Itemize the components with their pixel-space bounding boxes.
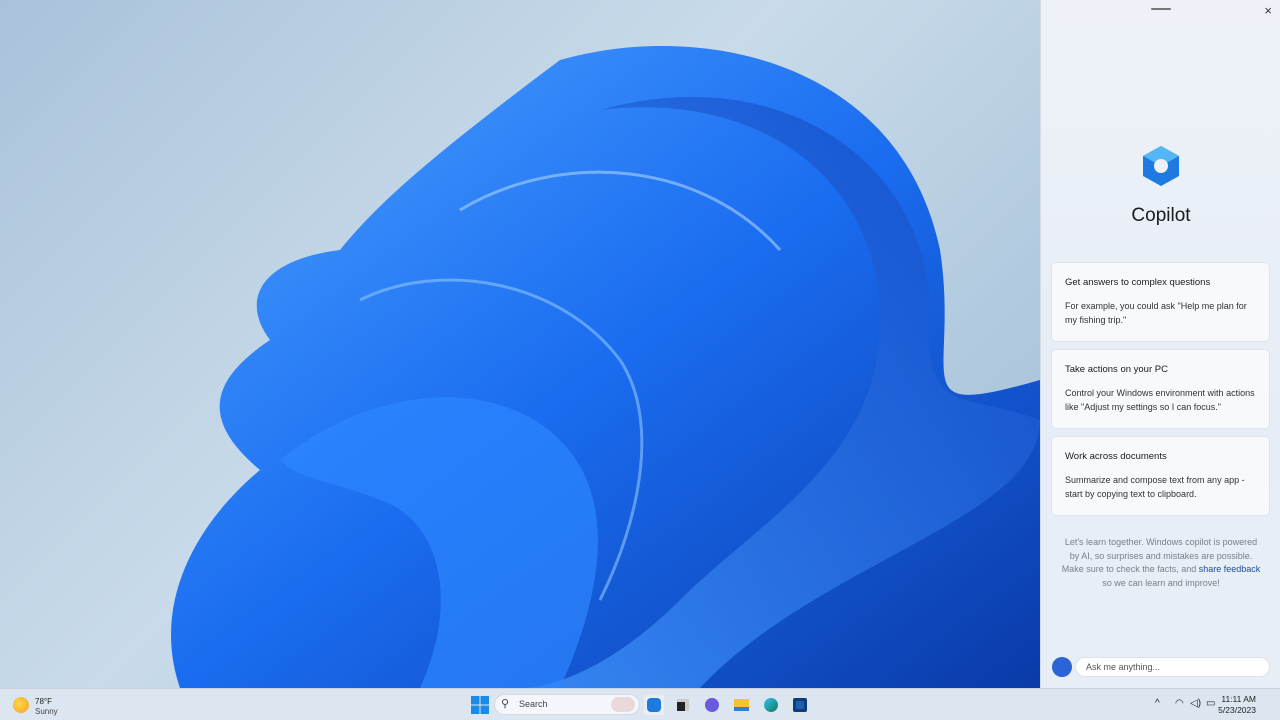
weather-condition: Sunny	[35, 707, 58, 716]
weather-temp: 78°F	[35, 697, 52, 706]
card-title: Work across documents	[1065, 451, 1167, 462]
disclaimer-text: so we can learn and improve!	[1102, 577, 1220, 588]
card-body: Summarize and compose text from any app …	[1065, 475, 1245, 499]
close-icon[interactable]: ×	[1264, 3, 1272, 18]
battery-icon[interactable]: ▭	[1206, 698, 1215, 709]
card-title: Take actions on your PC	[1065, 364, 1168, 375]
tray-chevron-icon[interactable]: ^	[1155, 698, 1160, 709]
suggestion-card[interactable]: Get answers to complex questions For exa…	[1051, 262, 1270, 342]
task-view-icon[interactable]	[673, 695, 693, 715]
teams-chat-icon[interactable]	[702, 695, 722, 715]
suggestion-card[interactable]: Work across documents Summarize and comp…	[1051, 436, 1270, 516]
search-label: Search	[519, 699, 548, 709]
weather-widget[interactable]: 78°F Sunny	[13, 697, 58, 717]
share-feedback-link[interactable]: share feedback	[1199, 564, 1261, 574]
copilot-title: Copilot	[1131, 205, 1191, 226]
drag-handle[interactable]	[1151, 8, 1171, 10]
card-body: For example, you could ask "Help me plan…	[1065, 301, 1247, 325]
file-explorer-icon[interactable]	[731, 695, 751, 715]
store-icon[interactable]	[790, 695, 810, 715]
clock[interactable]: 11:11 AM 5/23/2023	[1218, 694, 1256, 716]
suggestion-card[interactable]: Take actions on your PC Control your Win…	[1051, 349, 1270, 429]
search-highlight-icon	[611, 697, 635, 712]
wifi-icon[interactable]: ◠	[1175, 698, 1184, 709]
start-icon[interactable]	[470, 695, 490, 715]
chat-input[interactable]: Ask me anything...	[1075, 657, 1270, 677]
taskbar: 78°F Sunny ⚲ Search ^ ◠ ◁) ▭ 11:11 AM 5/23/…	[0, 688, 1280, 720]
desktop-wallpaper	[0, 0, 1040, 688]
time: 11:11 AM	[1221, 694, 1256, 704]
edge-icon[interactable]	[761, 695, 781, 715]
date: 5/23/2023	[1218, 705, 1256, 715]
copilot-logo-icon	[1143, 146, 1179, 186]
sun-icon	[13, 697, 29, 713]
copilot-taskbar-icon[interactable]	[644, 695, 664, 715]
card-title: Get answers to complex questions	[1065, 277, 1211, 288]
disclaimer: Let's learn together. Windows copilot is…	[1061, 536, 1261, 590]
card-body: Control your Windows environment with ac…	[1065, 388, 1255, 412]
search-box[interactable]: ⚲ Search	[494, 694, 640, 715]
search-icon: ⚲	[501, 698, 510, 710]
copilot-panel: × Copilot Get answers to complex questio…	[1040, 0, 1280, 688]
volume-icon[interactable]: ◁)	[1190, 698, 1201, 709]
new-topic-button[interactable]	[1052, 657, 1072, 677]
